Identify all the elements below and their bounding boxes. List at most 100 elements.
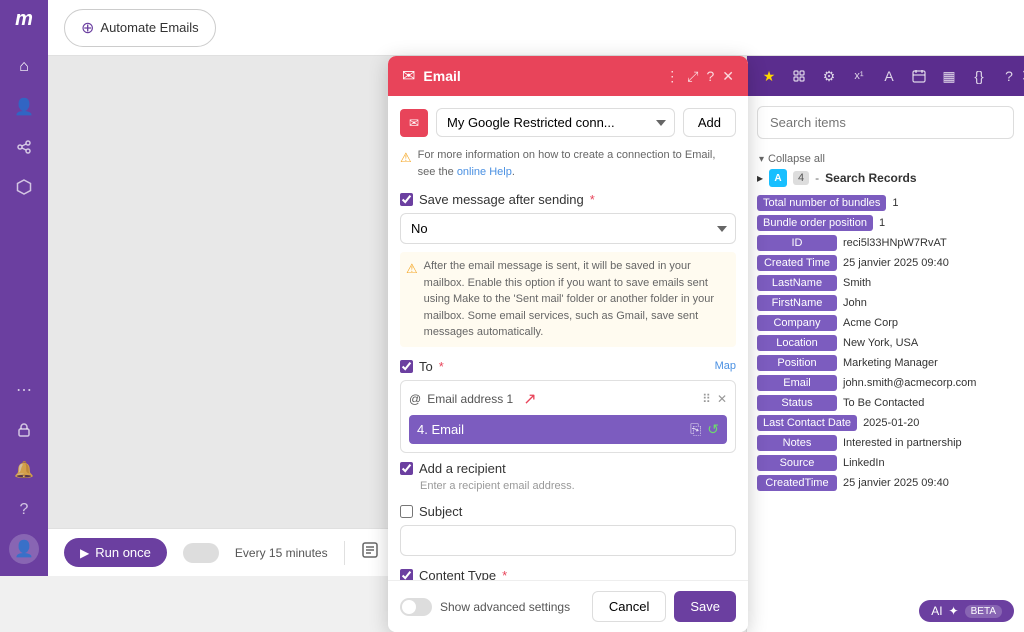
right-panel: ★ ⚙ x¹ A: [746, 56, 1024, 632]
lock-icon[interactable]: [6, 412, 42, 448]
text-icon[interactable]: A: [877, 64, 901, 88]
add-recipient-checkbox[interactable]: [400, 462, 413, 475]
grid-icon[interactable]: ▦: [937, 64, 961, 88]
expand-arrow-icon[interactable]: ▸: [757, 171, 763, 185]
braces-icon[interactable]: {}: [967, 64, 991, 88]
star-icon[interactable]: ★: [757, 64, 781, 88]
add-connection-button[interactable]: Add: [683, 108, 736, 137]
expand-icon[interactable]: ⤢: [687, 68, 698, 85]
content-type-section: Content Type * HTML: [400, 568, 736, 581]
record-items: Total number of bundles1 Bundle order pos…: [757, 195, 1014, 495]
records-section: ▸ A 4 - Search Records Total number of b…: [747, 169, 1024, 495]
superscript-icon[interactable]: x¹: [847, 64, 871, 88]
email-modal: ✉ Email ⋮ ⤢ ? ✕ ✉ My Google Restricted c…: [388, 56, 748, 632]
record-row[interactable]: ID reci5l33HNpW7RvAT: [757, 235, 1014, 251]
email-icon: ✉: [402, 66, 415, 86]
record-row[interactable]: CreatedTime25 janvier 2025 09:40: [757, 475, 1014, 491]
run-once-button[interactable]: ▶ Run once: [64, 538, 167, 567]
schedule-toggle-switch[interactable]: [183, 543, 219, 563]
records-count-badge: 4: [793, 171, 809, 185]
close-pill-icon[interactable]: ✕: [717, 392, 727, 406]
record-row[interactable]: Bundle order position1: [757, 215, 1014, 231]
search-input[interactable]: [757, 106, 1014, 139]
save-info-content: After the email message is sent, it will…: [424, 258, 730, 341]
puzzle-icon[interactable]: [787, 64, 811, 88]
gear-icon[interactable]: ⚙: [817, 64, 841, 88]
menu-dots-icon[interactable]: ⋯: [6, 372, 42, 408]
record-row[interactable]: Last Contact Date2025-01-20: [757, 415, 1014, 431]
info-text: ⚠ For more information on how to create …: [400, 147, 736, 180]
record-row[interactable]: LocationNew York, USA: [757, 335, 1014, 351]
record-value: 25 janvier 2025 09:40: [843, 255, 949, 271]
record-row[interactable]: FirstNameJohn: [757, 295, 1014, 311]
save-message-checkbox[interactable]: [400, 193, 413, 206]
ai-badge[interactable]: AI ✦ BETA: [919, 600, 1014, 622]
refresh-icon[interactable]: ↺: [707, 421, 719, 438]
beta-badge: BETA: [965, 605, 1002, 618]
calendar-icon[interactable]: [907, 64, 931, 88]
collapse-all-button[interactable]: ▾ Collapse all: [747, 149, 1024, 169]
subject-input[interactable]: [400, 525, 736, 556]
connection-select[interactable]: My Google Restricted conn...: [436, 108, 675, 137]
subject-section: Subject: [400, 504, 736, 556]
online-help-link[interactable]: online Help: [457, 166, 512, 178]
bell-icon[interactable]: 🔔: [6, 452, 42, 488]
save-button[interactable]: Save: [674, 591, 736, 622]
content-type-label: Content Type: [419, 568, 496, 581]
copy-icon[interactable]: ⎘: [690, 421, 701, 438]
cancel-button[interactable]: Cancel: [592, 591, 666, 622]
record-row[interactable]: CompanyAcme Corp: [757, 315, 1014, 331]
sidebar-logo: m: [15, 8, 33, 31]
modal-header-icons: ⋮ ⤢ ? ✕: [665, 68, 734, 85]
record-row[interactable]: NotesInterested in partnership: [757, 435, 1014, 451]
history-icon[interactable]: [361, 541, 379, 564]
record-row[interactable]: Emailjohn.smith@acmecorp.com: [757, 375, 1014, 391]
record-key: ID: [757, 235, 837, 251]
subject-label: Subject: [419, 504, 462, 519]
arrow-indicator: ↗: [523, 389, 536, 409]
advanced-toggle-switch[interactable]: [400, 598, 432, 616]
share-icon[interactable]: [6, 129, 42, 165]
more-icon[interactable]: ⋮: [665, 68, 679, 85]
record-row[interactable]: PositionMarketing Manager: [757, 355, 1014, 371]
question-mark-icon[interactable]: ?: [706, 68, 714, 84]
to-label-row: To * Map: [400, 359, 736, 374]
record-row[interactable]: Created Time 25 janvier 2025 09:40: [757, 255, 1014, 271]
home-icon[interactable]: ⌂: [6, 49, 42, 85]
record-row[interactable]: Total number of bundles1: [757, 195, 1014, 211]
record-value: reci5l33HNpW7RvAT: [843, 235, 947, 251]
automate-emails-button[interactable]: ⊕ Automate Emails: [64, 9, 216, 47]
record-value: LinkedIn: [843, 455, 885, 471]
schedule-label: Every 15 minutes: [235, 546, 328, 560]
close-modal-icon[interactable]: ✕: [722, 68, 734, 85]
record-key: Created Time: [757, 255, 837, 271]
advanced-toggle: Show advanced settings: [400, 598, 570, 616]
email-pill: @ Email address 1 ↗ ⠿ ✕ 4. Email: [400, 380, 736, 453]
to-section: To * Map @ Email address 1 ↗: [400, 359, 736, 492]
record-value: Smith: [843, 275, 871, 291]
record-value: Interested in partnership: [843, 435, 962, 451]
content-type-checkbox[interactable]: [400, 569, 413, 581]
email-input-wrapper[interactable]: 4. Email ⎘ ↺: [409, 415, 727, 444]
content-type-required: *: [502, 568, 507, 581]
info-icon: ⚠: [400, 148, 412, 168]
subject-checkbox[interactable]: [400, 505, 413, 518]
record-key: Email: [757, 375, 837, 391]
save-info-icon: ⚠: [406, 259, 418, 279]
hexagon-icon[interactable]: [6, 169, 42, 205]
save-message-select[interactable]: No: [400, 213, 736, 244]
record-row[interactable]: LastNameSmith: [757, 275, 1014, 291]
map-button[interactable]: Map: [715, 360, 736, 372]
drag-icon[interactable]: ⠿: [702, 392, 711, 406]
email-pill-header: @ Email address 1 ↗ ⠿ ✕: [409, 389, 727, 409]
to-checkbox[interactable]: [400, 360, 413, 373]
help-circle-icon[interactable]: ?: [6, 492, 42, 528]
record-row[interactable]: SourceLinkedIn: [757, 455, 1014, 471]
ai-label: AI: [931, 604, 942, 618]
record-row[interactable]: StatusTo Be Contacted: [757, 395, 1014, 411]
record-key: Total number of bundles: [757, 195, 886, 211]
user-avatar-icon[interactable]: 👤: [9, 534, 39, 564]
question-panel-icon[interactable]: ?: [997, 64, 1021, 88]
search-records-title: Search Records: [825, 171, 916, 185]
users-icon[interactable]: 👤: [6, 89, 42, 125]
